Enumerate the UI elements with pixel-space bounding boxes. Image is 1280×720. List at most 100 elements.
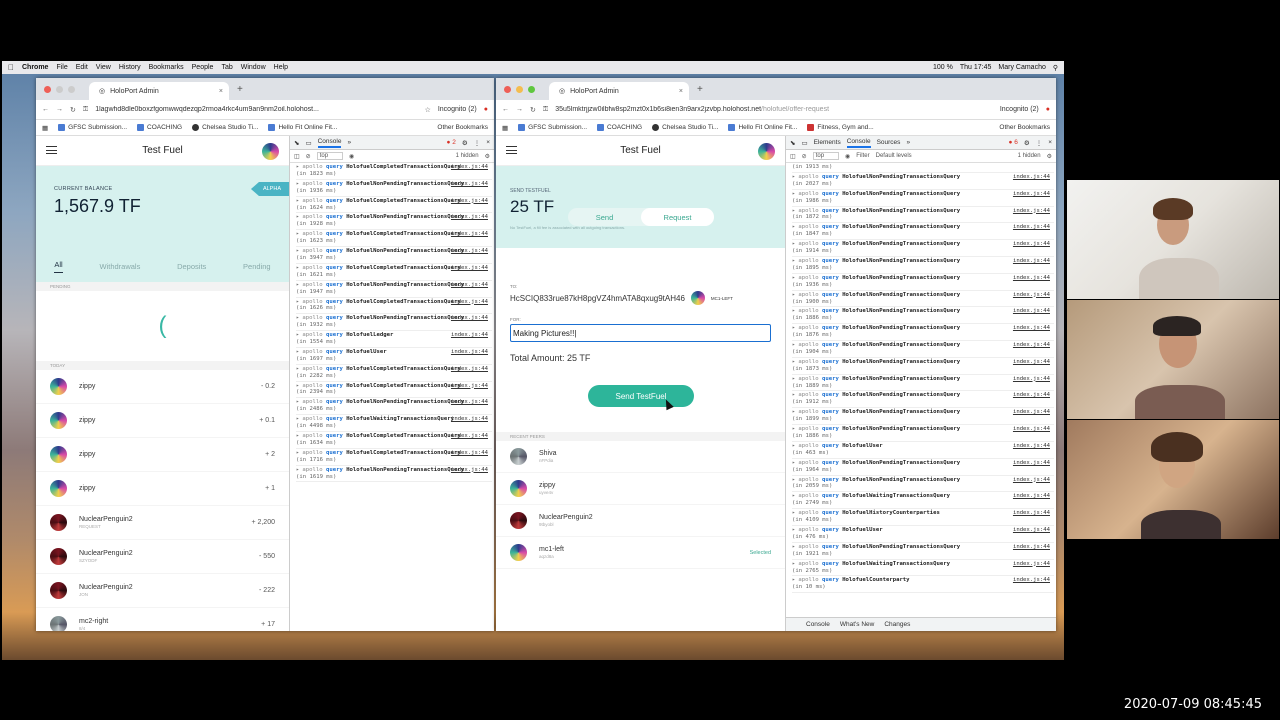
source-link[interactable]: index.js:44 (1013, 258, 1050, 265)
expand-triangle-icon[interactable]: ▸ (792, 510, 795, 516)
peer-row[interactable]: zippy uyve4v (496, 473, 785, 505)
menu-help[interactable]: Help (274, 64, 288, 71)
console-entry[interactable]: ▸ apollo query HolofuelNonPendingTransact… (792, 391, 1054, 409)
transaction-row[interactable]: zippy + 1 (36, 472, 289, 506)
expand-triangle-icon[interactable]: ▸ (792, 342, 795, 348)
console-entry[interactable]: ▸ apollo query HolofuelUser index.js:44 (in… (296, 348, 492, 365)
source-link[interactable]: index.js:44 (1013, 426, 1050, 433)
apps-icon[interactable]: ▦ (42, 124, 48, 132)
eye-icon[interactable]: ◉ (845, 153, 850, 160)
device-icon[interactable]: ▭ (305, 139, 311, 147)
console-entry[interactable]: ▸ apollo query HolofuelNonPendingTransact… (792, 425, 1054, 442)
close-window-icon[interactable] (504, 85, 511, 93)
console-entry[interactable]: ▸ apollo query HolofuelNonPendingTransact… (792, 341, 1054, 358)
device-icon[interactable]: ▭ (801, 139, 807, 147)
menu-history[interactable]: History (119, 64, 141, 71)
tab-elements[interactable]: Elements (814, 139, 841, 146)
context-select[interactable]: top (316, 152, 344, 160)
close-window-icon[interactable] (44, 85, 51, 93)
expand-triangle-icon[interactable]: ▸ (792, 191, 795, 197)
source-link[interactable]: index.js:44 (1013, 174, 1050, 181)
expand-triangle-icon[interactable]: ▸ (296, 467, 299, 473)
console-entry[interactable]: ▸ apollo query HolofuelNonPendingTransact… (792, 274, 1054, 291)
source-link[interactable]: index.js:44 (1013, 342, 1050, 349)
back-icon[interactable]: ← (502, 106, 509, 113)
expand-triangle-icon[interactable]: ▸ (792, 477, 795, 483)
console-entry[interactable]: ▸ apollo query HolofuelCompletedTransacti… (296, 382, 492, 399)
avatar[interactable] (262, 143, 279, 160)
expand-triangle-icon[interactable]: ▸ (296, 231, 299, 237)
expand-triangle-icon[interactable]: ▸ (792, 561, 795, 567)
console-entry[interactable]: ▸ apollo query HolofuelWaitingTransaction… (792, 492, 1054, 510)
error-badge-icon[interactable]: ● (484, 106, 488, 113)
console-entry[interactable]: ▸ apollo query HolofuelCompletedTransacti… (296, 230, 492, 248)
tab-withdrawals[interactable]: Withdrawals (99, 262, 140, 271)
source-link[interactable]: index.js:44 (451, 282, 488, 289)
source-link[interactable]: index.js:44 (1013, 510, 1050, 517)
expand-triangle-icon[interactable]: ▸ (296, 349, 299, 355)
source-link[interactable]: index.js:44 (451, 433, 488, 440)
source-link[interactable]: index.js:44 (1013, 275, 1050, 282)
drawer-tab-console[interactable]: Console (806, 621, 830, 628)
menu-people[interactable]: People (192, 64, 214, 71)
settings-icon[interactable]: ⚙ (1024, 139, 1030, 147)
inspect-icon[interactable]: ⬊ (790, 139, 795, 147)
more-tabs-icon[interactable]: » (347, 139, 351, 146)
console-entry[interactable]: ▸ apollo query HolofuelUser index.js:44 (in… (792, 526, 1054, 543)
back-icon[interactable]: ← (42, 106, 49, 113)
avatar[interactable] (758, 143, 775, 160)
source-link[interactable]: index.js:44 (1013, 308, 1050, 315)
battery-status[interactable]: 100 % (933, 64, 953, 72)
settings-icon[interactable]: ⚙ (462, 139, 468, 147)
source-link[interactable]: index.js:44 (1013, 292, 1050, 299)
bookmark-gfsc[interactable]: GFSC Submission... (58, 124, 127, 131)
inspect-icon[interactable]: ⬊ (294, 139, 299, 147)
tab-all[interactable]: All (54, 260, 63, 273)
search-icon[interactable]: ⚲ (1053, 64, 1058, 72)
send-testfuel-button[interactable]: Send TestFuel (588, 385, 694, 407)
expand-triangle-icon[interactable]: ▸ (296, 299, 299, 305)
forward-icon[interactable]: → (56, 106, 63, 113)
bookmark-fitness[interactable]: Fitness, Gym and... (807, 124, 874, 131)
to-address[interactable]: HcSCIQ833rue87kH8pgVZ4hmATA8qxug9tAH46 (510, 294, 685, 303)
expand-triangle-icon[interactable]: ▸ (792, 443, 795, 449)
source-link[interactable]: index.js:44 (1013, 208, 1050, 215)
other-bookmarks[interactable]: Other Bookmarks (437, 124, 488, 131)
url-field[interactable]: 1lagwhd8dle0boxzfgomwwqdezqp2rmoa4rkc4um… (95, 106, 417, 113)
source-link[interactable]: index.js:44 (451, 467, 488, 474)
error-count[interactable]: ● 6 (1009, 139, 1018, 146)
tab-deposits[interactable]: Deposits (177, 262, 206, 271)
apple-icon[interactable]:  (8, 63, 14, 72)
tab-console[interactable]: Console (317, 138, 342, 148)
expand-triangle-icon[interactable]: ▸ (792, 308, 795, 314)
browser-tab[interactable]: ◎ HoloPort Admin × (89, 82, 229, 100)
close-devtools-icon[interactable]: × (486, 139, 490, 146)
expand-triangle-icon[interactable]: ▸ (792, 292, 795, 298)
hamburger-menu-icon[interactable] (46, 146, 57, 154)
expand-triangle-icon[interactable]: ▸ (792, 527, 795, 533)
reload-icon[interactable]: ↻ (530, 106, 536, 114)
close-devtools-icon[interactable]: × (1048, 139, 1052, 146)
source-link[interactable]: index.js:44 (1013, 224, 1050, 231)
source-link[interactable]: index.js:44 (1013, 493, 1050, 500)
bookmark-hellofit[interactable]: Hello Fit Online Fit... (268, 124, 337, 131)
source-link[interactable]: index.js:44 (451, 214, 488, 221)
console-entry[interactable]: ▸ apollo query HolofuelCompletedTransacti… (296, 298, 492, 315)
apps-icon[interactable]: ▦ (502, 124, 508, 132)
expand-triangle-icon[interactable]: ▸ (792, 460, 795, 466)
expand-triangle-icon[interactable]: ▸ (296, 164, 299, 170)
bookmark-hellofit[interactable]: Hello Fit Online Fit... (728, 124, 797, 131)
sidebar-toggle-icon[interactable]: ◫ (790, 153, 796, 160)
peer-row[interactable]: NuclearPenguin2 9tbyobl (496, 505, 785, 537)
expand-triangle-icon[interactable]: ▸ (792, 359, 795, 365)
console-entry[interactable]: ▸ apollo query HolofuelNonPendingTransact… (792, 476, 1054, 493)
console-entry[interactable]: ▸ apollo query HolofuelNonPendingTransact… (792, 459, 1054, 476)
menu-tab[interactable]: Tab (221, 64, 232, 71)
expand-triangle-icon[interactable]: ▸ (296, 198, 299, 204)
console-entry[interactable]: ▸ apollo query HolofuelWaitingTransaction… (792, 560, 1054, 577)
other-bookmarks[interactable]: Other Bookmarks (999, 124, 1050, 131)
console-entry[interactable]: ▸ apollo query HolofuelNonPendingTransact… (792, 408, 1054, 426)
source-link[interactable]: index.js:44 (451, 299, 488, 306)
console-entry[interactable]: ▸ apollo query HolofuelNonPendingTransact… (296, 213, 492, 231)
console-entry[interactable]: ▸ apollo query HolofuelNonPendingTransact… (792, 543, 1054, 560)
